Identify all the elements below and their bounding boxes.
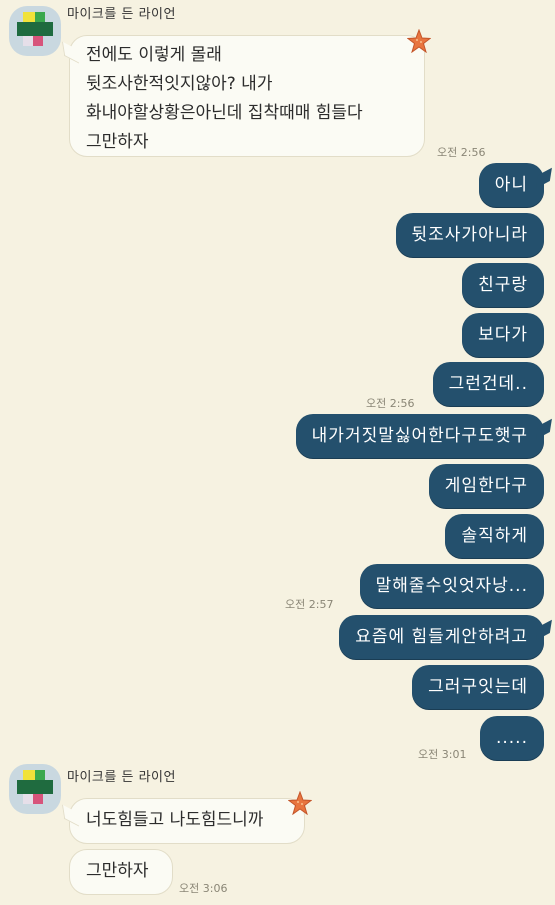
outgoing-message-bubble[interactable]: 내가거짓말싫어한다구도햇구	[295, 414, 544, 458]
outgoing-message-bubble[interactable]: 그러구잇는데	[412, 665, 544, 709]
message-timestamp: 오전 3:06	[179, 882, 228, 895]
sender-avatar[interactable]	[9, 764, 61, 814]
outgoing-message-bubble[interactable]: 솔직하게	[445, 514, 544, 558]
starfish-icon	[288, 791, 312, 815]
outgoing-message-bubble[interactable]: 뒷조사가아니라	[395, 213, 544, 257]
message-line: 화내야할상황은아닌데 집착때매 힘들다	[86, 103, 363, 123]
message-timestamp: 오전 3:01	[418, 748, 467, 761]
outgoing-message-bubble[interactable]: 아니	[478, 163, 544, 207]
outgoing-message-bubble[interactable]: 게임한다구	[428, 464, 544, 508]
outgoing-message-bubble[interactable]: 요즘에 힘들게안하려고	[339, 615, 544, 659]
outgoing-message-bubble[interactable]: 그런건데..	[432, 362, 544, 406]
incoming-message-bubble[interactable]: 그만하자	[69, 849, 173, 895]
message-timestamp: 오전 2:57	[285, 598, 334, 611]
incoming-message-bubble[interactable]: 너도힘들고 나도힘드니까	[69, 798, 305, 844]
sender-avatar[interactable]	[9, 6, 61, 56]
sender-name: 마이크를 든 라이언	[67, 7, 176, 22]
outgoing-message-bubble[interactable]: 보다가	[462, 313, 544, 357]
message-timestamp: 오전 2:56	[437, 146, 486, 159]
outgoing-message-bubble[interactable]: .....	[479, 716, 544, 760]
outgoing-message-bubble[interactable]: 친구랑	[462, 263, 544, 307]
message-line: 뒷조사한적잇지않아? 내가	[86, 74, 273, 94]
message-timestamp: 오전 2:56	[366, 397, 415, 410]
outgoing-message-bubble[interactable]: 말해줄수잇엇자낭...	[359, 564, 544, 608]
sender-name: 마이크를 든 라이언	[67, 770, 176, 785]
incoming-message-bubble[interactable]: 전에도 이렇게 몰래 뒷조사한적잇지않아? 내가 화내야할상황은아닌데 집착때매…	[69, 35, 425, 157]
message-line: 전에도 이렇게 몰래	[86, 45, 222, 65]
starfish-icon	[407, 29, 431, 53]
message-line: 그만하자	[86, 132, 149, 152]
